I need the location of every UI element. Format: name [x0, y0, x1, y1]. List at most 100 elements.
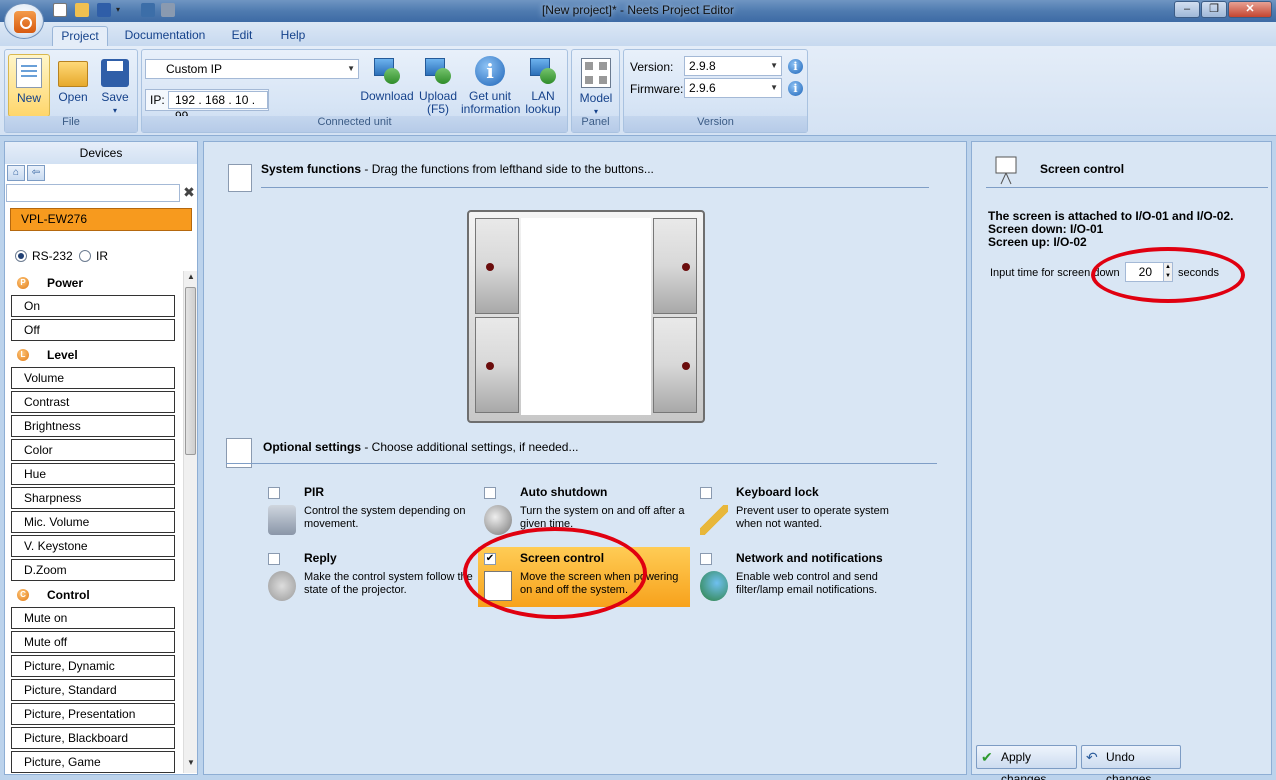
command-off[interactable]: Off [11, 319, 175, 341]
version-select[interactable]: 2.9.8 ▼ [684, 56, 782, 76]
clear-search-icon[interactable]: ✖ [181, 184, 197, 202]
apply-changes-button[interactable]: ✔ Apply changes [976, 745, 1077, 780]
new-button[interactable]: New [8, 54, 50, 117]
application-menu-button[interactable] [4, 3, 44, 39]
radio-ir[interactable] [79, 250, 91, 262]
power-category-icon: P [17, 277, 29, 289]
version-info-icon[interactable]: i [788, 59, 803, 74]
devices-header: Devices [5, 142, 197, 164]
panel-title: Screen control [1040, 162, 1125, 176]
panel-group-label: Panel [572, 116, 619, 132]
command-picture-game[interactable]: Picture, Game [11, 751, 175, 773]
command-brightness[interactable]: Brightness [11, 415, 175, 437]
firmware-value: 2.9.6 [689, 81, 716, 95]
scrollbar-thumb[interactable] [185, 287, 196, 455]
command-mute-on[interactable]: Mute on [11, 607, 175, 629]
time-spinner[interactable]: ▲ ▼ [1163, 262, 1173, 282]
command-contrast[interactable]: Contrast [11, 391, 175, 413]
pir-sensor-icon [268, 505, 296, 535]
disconnect-icon[interactable] [160, 2, 176, 18]
command-v-keystone[interactable]: V. Keystone [11, 535, 175, 557]
category-label: Level [47, 348, 78, 362]
screen-down-time-input[interactable]: 20 [1125, 262, 1165, 282]
command-volume[interactable]: Volume [11, 367, 175, 389]
keypad-button-bottom-left[interactable] [475, 317, 519, 413]
get-unit-information-button[interactable]: i Get unit information [461, 54, 521, 116]
command-mute-off[interactable]: Mute off [11, 631, 175, 653]
ribbon: New Open Save ▾ File Custom IP ▼ IP: 192… [0, 46, 1276, 136]
download-button[interactable]: Download [360, 54, 414, 103]
model-label: Model [579, 91, 613, 105]
model-button[interactable]: Model ▾ [574, 54, 618, 118]
option-description: Make the control system follow the state… [304, 571, 473, 596]
command-on[interactable]: On [11, 295, 175, 317]
command-list-scrollbar[interactable]: ▲ ▼ [183, 271, 197, 773]
scroll-up-icon[interactable]: ▲ [184, 272, 198, 286]
command-color[interactable]: Color [11, 439, 175, 461]
minimize-button[interactable]: – [1174, 1, 1200, 18]
option-reply[interactable]: Reply Make the control system follow the… [262, 547, 474, 607]
get-info-label-line2: information [461, 102, 521, 116]
undo-changes-button[interactable]: ↶ Undo changes [1081, 745, 1181, 780]
command-picture-presentation[interactable]: Picture, Presentation [11, 703, 175, 725]
firmware-info-icon[interactable]: i [788, 81, 803, 96]
option-pir[interactable]: PIR Control the system depending on move… [262, 481, 474, 541]
undo-icon: ↶ [1086, 749, 1098, 765]
command-mic-volume[interactable]: Mic. Volume [11, 511, 175, 533]
keypad-button-top-left[interactable] [475, 218, 519, 314]
keypad-button-bottom-right[interactable] [653, 317, 697, 413]
option-name: PIR [304, 485, 325, 499]
upload-button[interactable]: Upload (F5) [415, 54, 461, 116]
close-button[interactable]: ✕ [1228, 1, 1272, 18]
quick-new-icon[interactable] [52, 2, 68, 18]
projection-screen-icon [484, 571, 512, 601]
connection-type-select[interactable]: Custom IP ▼ [145, 59, 359, 79]
tab-help[interactable]: Help [274, 26, 312, 46]
quick-open-icon[interactable] [74, 2, 90, 18]
command-picture-blackboard[interactable]: Picture, Blackboard [11, 727, 175, 749]
key-icon [700, 505, 728, 535]
command-sharpness[interactable]: Sharpness [11, 487, 175, 509]
globe-email-icon [700, 571, 728, 601]
firmware-select[interactable]: 2.9.6 ▼ [684, 78, 782, 98]
open-button[interactable]: Open [53, 54, 93, 104]
option-screen-control[interactable]: ✔ Screen control Move the screen when po… [478, 547, 690, 607]
save-button[interactable]: Save ▾ [95, 54, 135, 117]
command-hue[interactable]: Hue [11, 463, 175, 485]
selected-device[interactable]: VPL-EW276 [10, 208, 192, 231]
command-picture-standard[interactable]: Picture, Standard [11, 679, 175, 701]
scroll-down-icon[interactable]: ▼ [184, 758, 198, 772]
home-icon[interactable]: ⌂ [7, 165, 25, 181]
lan-lookup-button[interactable]: LAN lookup [520, 54, 566, 116]
radio-rs232[interactable] [15, 250, 27, 262]
devices-panel: Devices ⌂ ⇦ ✖ VPL-EW276 RS-232 IR P Power… [4, 141, 198, 775]
auto-shutdown-checkbox[interactable] [484, 487, 496, 499]
download-icon [372, 56, 402, 86]
keyboard-lock-checkbox[interactable] [700, 487, 712, 499]
connect-icon[interactable] [140, 2, 156, 18]
screen-control-checkbox[interactable]: ✔ [484, 553, 496, 565]
maximize-button[interactable]: ❐ [1201, 1, 1227, 18]
command-picture-dynamic[interactable]: Picture, Dynamic [11, 655, 175, 677]
panel-group: Model ▾ Panel [571, 49, 620, 133]
tab-documentation[interactable]: Documentation [122, 26, 208, 46]
quick-save-icon[interactable] [96, 2, 112, 18]
pir-checkbox[interactable] [268, 487, 280, 499]
tab-project[interactable]: Project [52, 26, 108, 46]
option-description: Control the system depending on movement… [304, 505, 466, 530]
option-keyboard-lock[interactable]: Keyboard lock Prevent user to operate sy… [694, 481, 906, 541]
option-network-notifications[interactable]: Network and notifications Enable web con… [694, 547, 906, 607]
device-search-input[interactable] [6, 184, 180, 202]
option-auto-shutdown[interactable]: Auto shutdown Turn the system on and off… [478, 481, 690, 541]
back-arrow-icon[interactable]: ⇦ [27, 165, 45, 181]
quick-access-dropdown-icon[interactable]: ▾ [116, 2, 132, 18]
optional-settings-subtitle: - Choose additional settings, if needed.… [361, 440, 579, 454]
window-title: [New project]* - Neets Project Editor [541, 3, 735, 17]
command-d-zoom[interactable]: D.Zoom [11, 559, 175, 581]
ip-input[interactable]: 192 . 168 . 10 . 99 [168, 91, 268, 123]
tab-edit[interactable]: Edit [224, 26, 260, 46]
network-notifications-checkbox[interactable] [700, 553, 712, 565]
keypad-button-top-right[interactable] [653, 218, 697, 314]
reply-checkbox[interactable] [268, 553, 280, 565]
info-icon: i [475, 56, 505, 86]
